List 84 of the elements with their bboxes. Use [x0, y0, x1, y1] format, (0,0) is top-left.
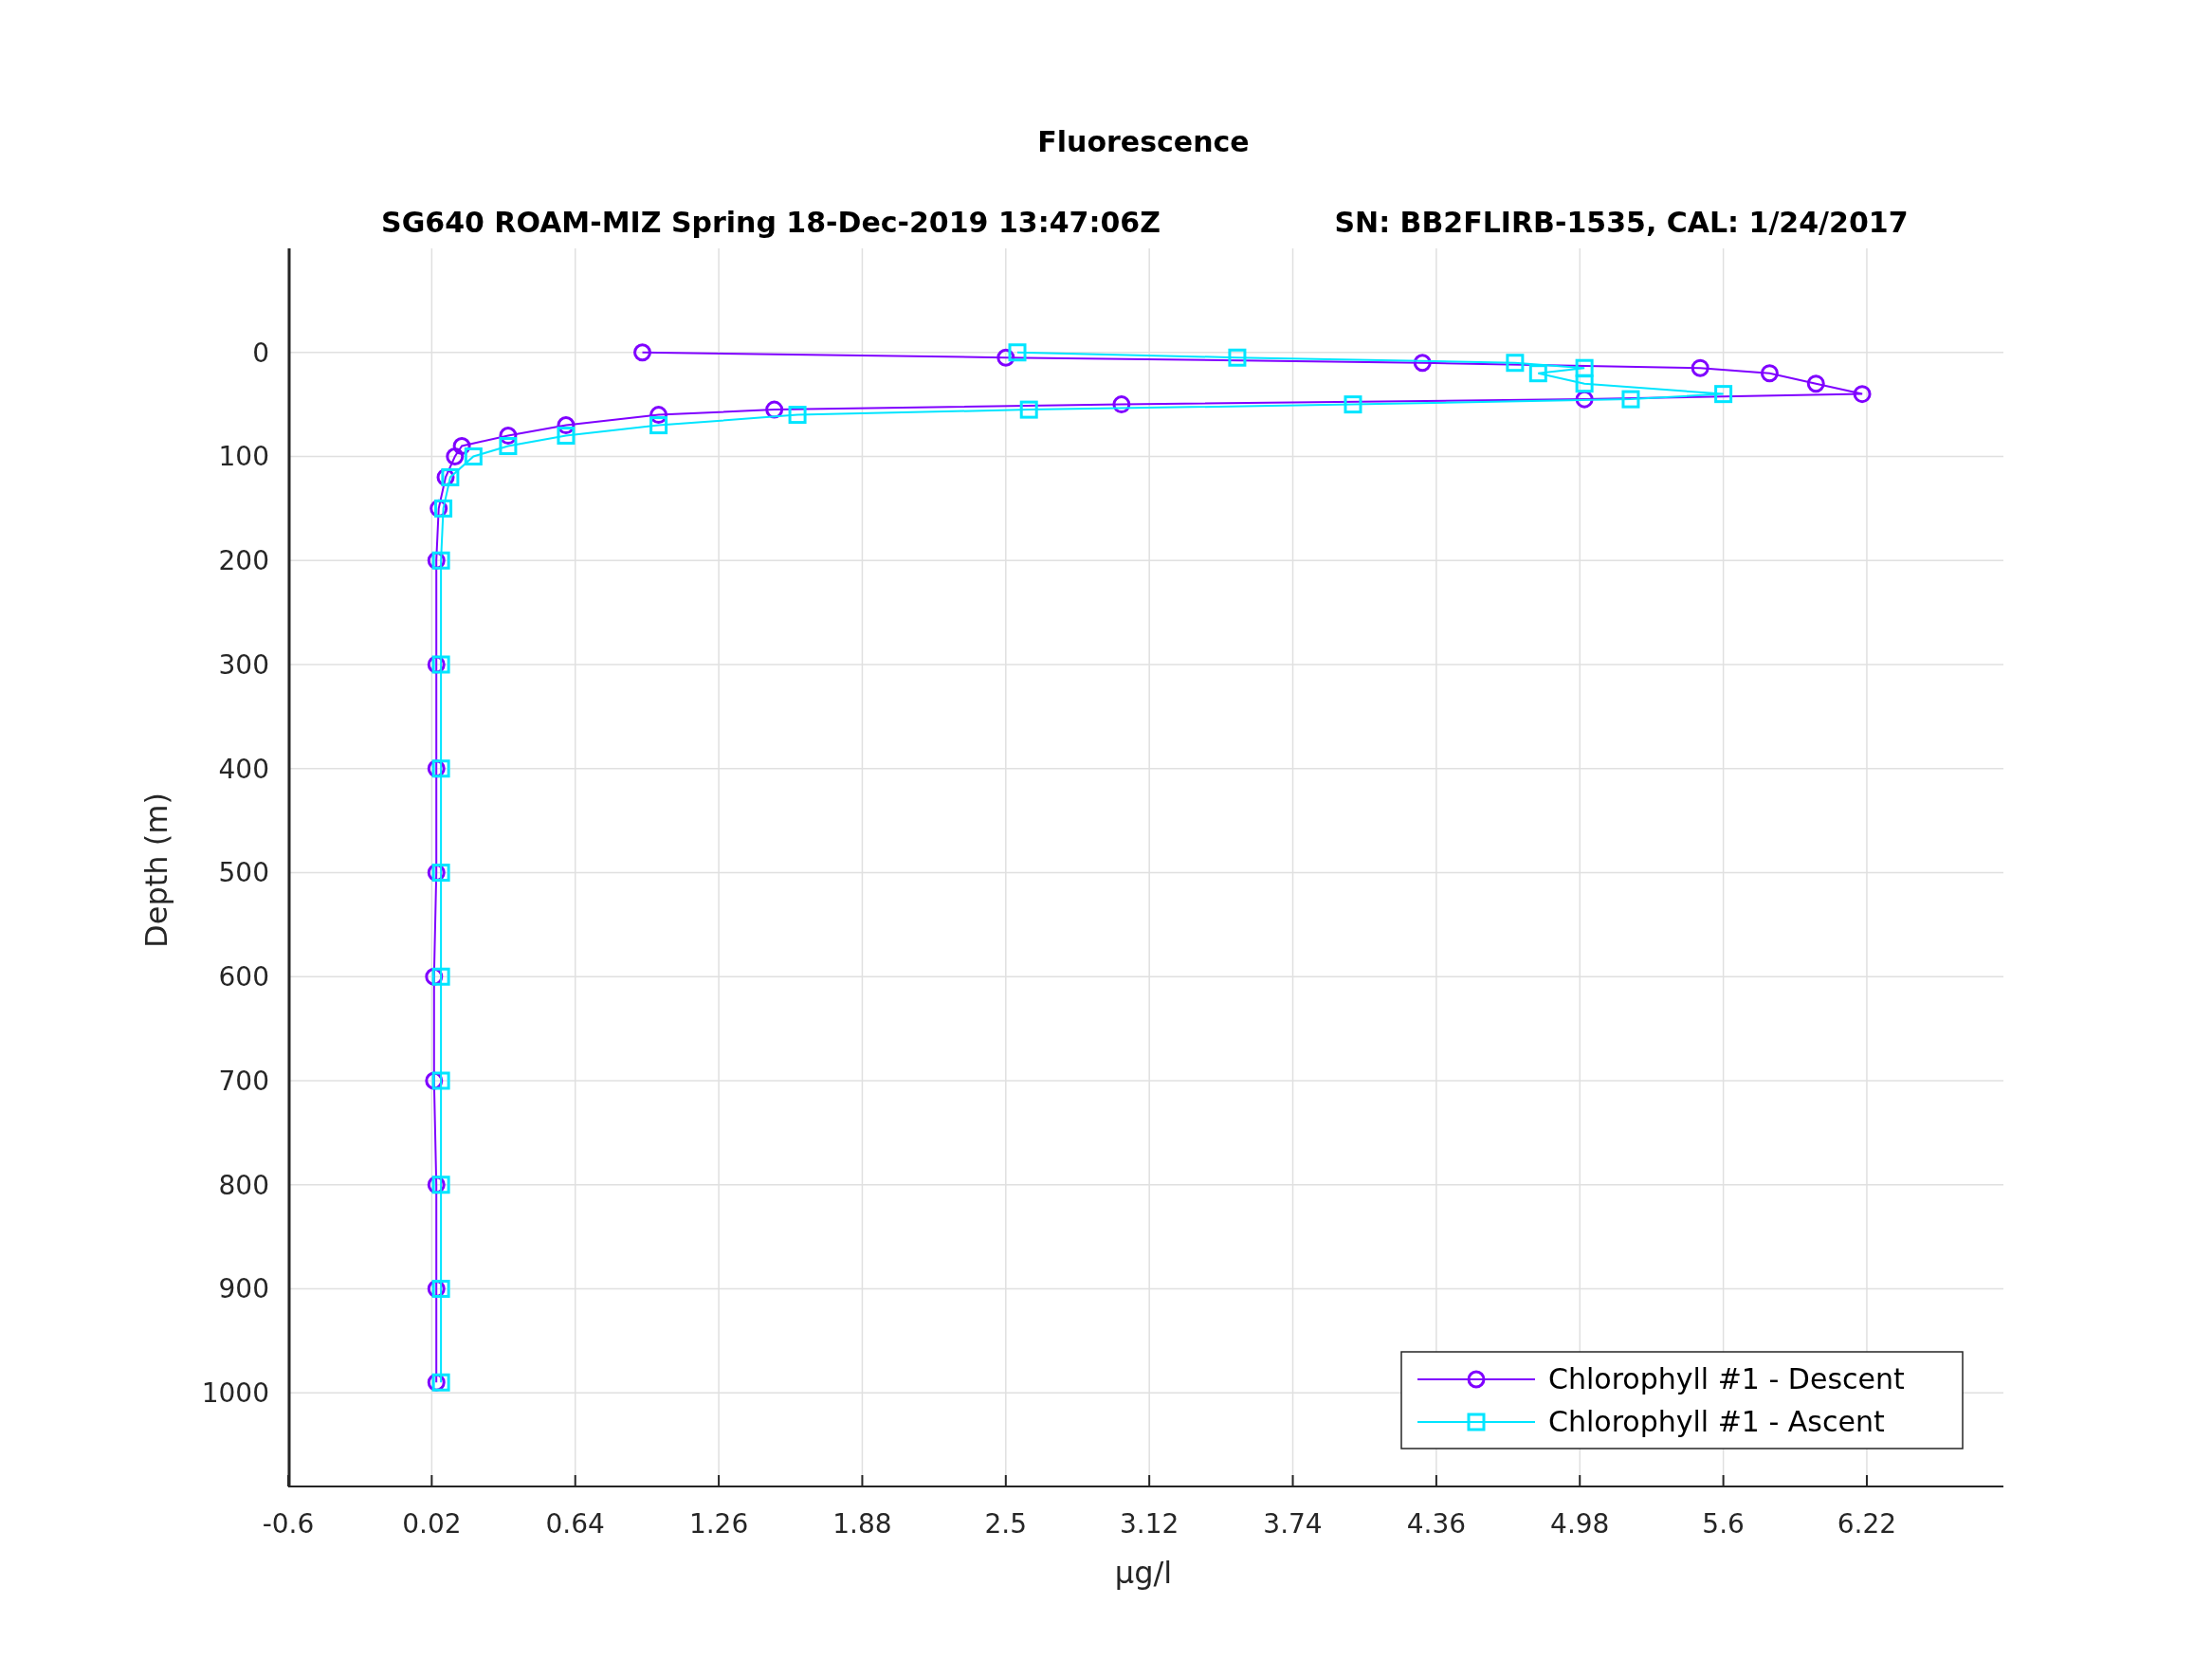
- chart-subtitle: SG640 ROAM-MIZ Spring 18-Dec-2019 13:47:06Z: [381, 206, 1161, 239]
- x-tick-label: 6.22: [1837, 1508, 1897, 1540]
- y-tick-label: 0: [252, 337, 269, 369]
- data-point: [431, 967, 450, 986]
- data-point: [1691, 358, 1709, 377]
- x-tick-label: -0.6: [262, 1508, 315, 1540]
- legend-marker-icon: [1417, 1413, 1536, 1431]
- chart-subtitle: SN: BB2FLIRB-1535, CAL: 1/24/2017: [1334, 206, 1909, 239]
- data-point: [431, 1176, 450, 1194]
- x-tick-label: 5.6: [1702, 1508, 1745, 1540]
- data-point: [427, 759, 446, 778]
- data-point: [1506, 354, 1525, 373]
- legend-label: Chlorophyll #1 - Ascent: [1548, 1405, 1885, 1438]
- data-point: [427, 1280, 446, 1298]
- y-tick-label: 300: [218, 649, 269, 681]
- y-tick-label: 200: [218, 545, 269, 577]
- data-point: [649, 406, 668, 425]
- x-tick-label: 4.98: [1550, 1508, 1610, 1540]
- data-point: [557, 416, 576, 435]
- x-tick-label: 3.74: [1263, 1508, 1323, 1540]
- data-point: [1344, 395, 1362, 414]
- data-point: [499, 437, 518, 455]
- data-point: [431, 1373, 450, 1392]
- data-point: [1760, 364, 1779, 383]
- data-point: [431, 551, 450, 570]
- data-point: [427, 551, 446, 570]
- x-tick-label: 1.88: [832, 1508, 892, 1540]
- data-point: [427, 655, 446, 674]
- y-tick-label: 100: [218, 441, 269, 473]
- chart-title: Fluorescence: [1037, 125, 1250, 158]
- y-axis-label: Depth (m): [138, 793, 174, 948]
- data-point: [1112, 395, 1131, 414]
- data-point: [1528, 364, 1547, 383]
- data-point: [1228, 348, 1247, 367]
- legend-label: Chlorophyll #1 - Descent: [1548, 1362, 1905, 1395]
- data-point: [452, 437, 471, 455]
- y-tick-label: 400: [218, 753, 269, 785]
- data-point: [430, 499, 448, 518]
- data-point: [425, 1071, 444, 1090]
- data-point: [427, 1373, 446, 1392]
- data-point: [431, 759, 450, 778]
- data-point: [633, 343, 651, 362]
- data-point: [464, 447, 483, 465]
- x-tick-label: 3.12: [1120, 1508, 1179, 1540]
- data-point: [431, 1280, 450, 1298]
- y-tick-label: 500: [218, 857, 269, 889]
- data-point: [557, 427, 576, 446]
- data-point: [441, 467, 460, 486]
- data-point: [1621, 390, 1640, 409]
- legend-marker-icon: [1417, 1370, 1536, 1389]
- data-point: [431, 655, 450, 674]
- data-point: [1575, 358, 1594, 377]
- data-point: [427, 1176, 446, 1194]
- data-point: [427, 864, 446, 882]
- data-point: [1853, 385, 1872, 404]
- x-axis-label: μg/l: [1114, 1555, 1173, 1591]
- x-tick-label: 2.5: [984, 1508, 1028, 1540]
- data-point: [1806, 374, 1825, 393]
- data-point: [649, 416, 668, 435]
- data-point: [1008, 343, 1027, 362]
- x-tick-label: 0.02: [402, 1508, 462, 1540]
- data-point: [1413, 354, 1432, 373]
- data-point: [1575, 390, 1594, 409]
- y-tick-label: 800: [218, 1169, 269, 1201]
- data-point: [996, 348, 1015, 367]
- x-tick-label: 0.64: [545, 1508, 605, 1540]
- data-point: [788, 406, 807, 425]
- data-point: [425, 967, 444, 986]
- x-tick-label: 1.26: [688, 1508, 749, 1540]
- y-tick-label: 600: [218, 961, 269, 994]
- data-point: [431, 1071, 450, 1090]
- x-tick-label: 4.36: [1406, 1508, 1467, 1540]
- y-tick-label: 1000: [201, 1377, 269, 1410]
- data-point: [499, 427, 518, 446]
- y-tick-label: 700: [218, 1066, 269, 1097]
- data-point: [1575, 374, 1594, 393]
- data-point: [431, 864, 450, 882]
- data-point: [765, 400, 784, 419]
- y-tick-label: 900: [218, 1273, 269, 1305]
- data-point: [434, 499, 453, 518]
- data-point: [436, 467, 455, 486]
- data-point: [1019, 400, 1038, 419]
- data-point: [1714, 385, 1733, 404]
- data-point: [446, 447, 465, 465]
